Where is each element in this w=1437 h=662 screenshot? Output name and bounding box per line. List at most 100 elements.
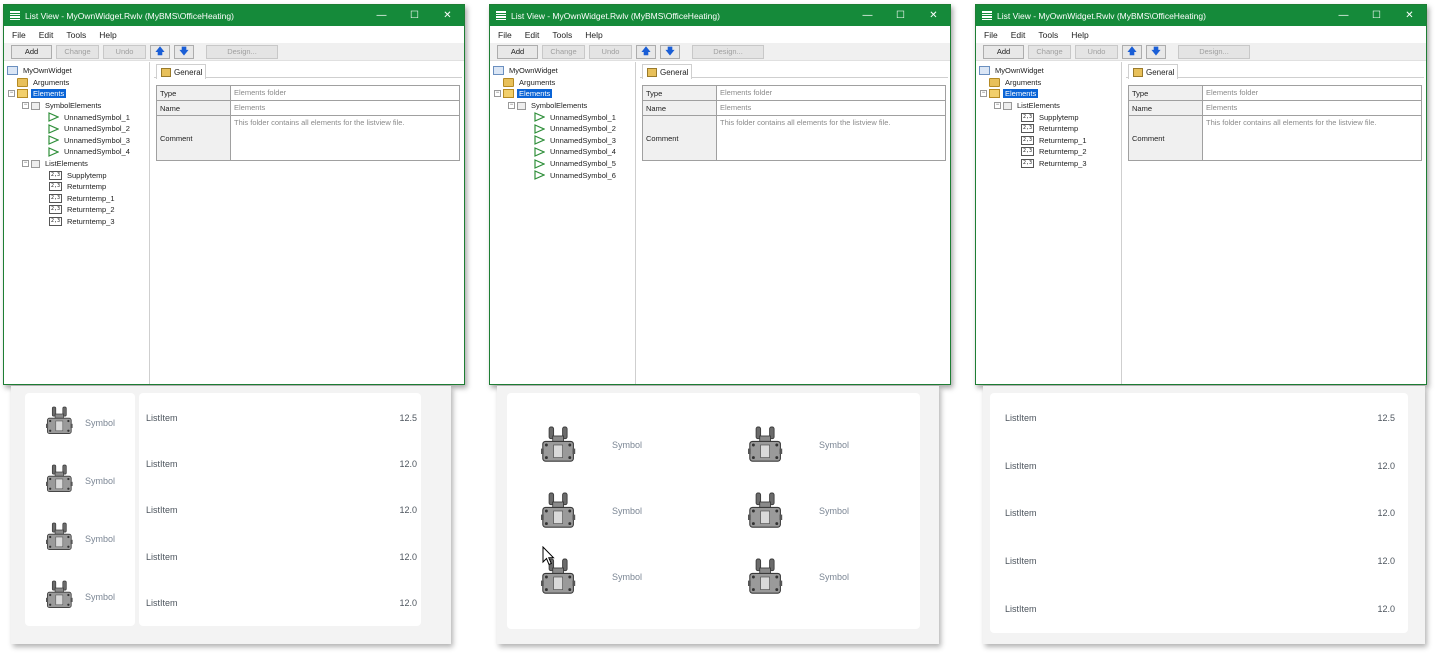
tree-item-symbol-elements[interactable]: − SymbolElements (490, 100, 635, 112)
close-button[interactable]: ✕ (1393, 10, 1426, 21)
change-button[interactable]: Change (542, 44, 585, 59)
close-button[interactable]: ✕ (917, 10, 950, 21)
tree-item-list[interactable]: 2,3 Returntemp (4, 181, 149, 193)
tree-item-list-elements[interactable]: − ListElements (976, 100, 1121, 112)
tree-item-symbol-elements[interactable]: − SymbolElements (4, 100, 149, 112)
tree-item-symbol[interactable]: UnnamedSymbol_1 (4, 111, 149, 123)
tree-item-list[interactable]: 2,3 Returntemp_3 (976, 158, 1121, 170)
prop-comment-value[interactable]: This folder contains all elements for th… (1203, 116, 1421, 160)
tree-item-list[interactable]: 2,3 Returntemp_2 (4, 204, 149, 216)
tree-item-list[interactable]: 2,3 Returntemp_2 (976, 146, 1121, 158)
tree-item-arguments[interactable]: Arguments (976, 77, 1121, 89)
menu-help[interactable]: Help (1071, 30, 1088, 40)
tree-item-elements[interactable]: − Elements (976, 88, 1121, 100)
maximize-button[interactable]: ☐ (884, 10, 917, 21)
tree-item-symbol[interactable]: UnnamedSymbol_4 (490, 146, 635, 158)
prop-type-value[interactable]: Elements folder (717, 86, 945, 100)
valve-symbol[interactable] (748, 489, 784, 533)
undo-button[interactable]: Undo (589, 44, 632, 59)
move-up-button[interactable]: 🡅 (636, 44, 656, 59)
add-button[interactable]: Add (11, 44, 52, 59)
tree-item-list-elements[interactable]: − ListElements (4, 158, 149, 170)
design-button[interactable]: Design... (692, 44, 764, 59)
collapse-icon[interactable]: − (994, 102, 1001, 110)
tree-item-elements[interactable]: − Elements (4, 88, 149, 100)
prop-name-value[interactable]: Elements (1203, 101, 1421, 115)
prop-type-value[interactable]: Elements folder (231, 86, 459, 100)
design-button[interactable]: Design... (1178, 44, 1250, 59)
move-down-button[interactable]: 🡇 (660, 44, 680, 59)
prop-type-value[interactable]: Elements folder (1203, 86, 1421, 100)
menu-help[interactable]: Help (585, 30, 602, 40)
valve-symbol[interactable] (541, 423, 577, 467)
change-button[interactable]: Change (1028, 44, 1071, 59)
menu-edit[interactable]: Edit (525, 30, 540, 40)
collapse-icon[interactable]: − (980, 90, 987, 98)
tab-general[interactable]: General (1128, 64, 1178, 79)
menu-file[interactable]: File (984, 30, 998, 40)
tree-item-arguments[interactable]: Arguments (490, 77, 635, 89)
tree-item-symbol[interactable]: UnnamedSymbol_6 (490, 169, 635, 181)
prop-comment-value[interactable]: This folder contains all elements for th… (717, 116, 945, 160)
tree-item-symbol[interactable]: UnnamedSymbol_5 (490, 158, 635, 170)
add-button[interactable]: Add (983, 44, 1024, 59)
minimize-button[interactable]: — (851, 10, 884, 21)
menu-file[interactable]: File (12, 30, 26, 40)
minimize-button[interactable]: — (1327, 10, 1360, 21)
change-button[interactable]: Change (56, 44, 99, 59)
collapse-icon[interactable]: − (508, 102, 515, 110)
maximize-button[interactable]: ☐ (1360, 10, 1393, 21)
tree-item-list[interactable]: 2,3 Supplytemp (976, 111, 1121, 123)
valve-symbol[interactable] (748, 423, 784, 467)
app-menu-icon[interactable] (496, 11, 506, 20)
menu-help[interactable]: Help (99, 30, 116, 40)
menu-tools[interactable]: Tools (66, 30, 86, 40)
tree-item-root[interactable]: MyOwnWidget (490, 65, 635, 77)
add-button[interactable]: Add (497, 44, 538, 59)
tree-item-list[interactable]: 2,3 Supplytemp (4, 169, 149, 181)
prop-comment-value[interactable]: This folder contains all elements for th… (231, 116, 459, 160)
tree-item-list[interactable]: 2,3 Returntemp_3 (4, 216, 149, 228)
tree-item-arguments[interactable]: Arguments (4, 77, 149, 89)
prop-name-value[interactable]: Elements (717, 101, 945, 115)
tree-item-root[interactable]: MyOwnWidget (4, 65, 149, 77)
app-menu-icon[interactable] (982, 11, 992, 20)
tree-item-symbol[interactable]: UnnamedSymbol_1 (490, 111, 635, 123)
valve-symbol[interactable] (541, 489, 577, 533)
tree-item-symbol[interactable]: UnnamedSymbol_3 (490, 135, 635, 147)
menu-tools[interactable]: Tools (1038, 30, 1058, 40)
collapse-icon[interactable]: − (22, 160, 29, 168)
menu-edit[interactable]: Edit (39, 30, 54, 40)
move-down-button[interactable]: 🡇 (174, 44, 194, 59)
collapse-icon[interactable]: − (8, 90, 15, 98)
minimize-button[interactable]: — (365, 10, 398, 21)
menu-file[interactable]: File (498, 30, 512, 40)
close-button[interactable]: ✕ (431, 10, 464, 21)
design-button[interactable]: Design... (206, 44, 278, 59)
tab-general[interactable]: General (642, 64, 692, 79)
undo-button[interactable]: Undo (103, 44, 146, 59)
tree-item-list[interactable]: 2,3 Returntemp_1 (4, 193, 149, 205)
maximize-button[interactable]: ☐ (398, 10, 431, 21)
menu-tools[interactable]: Tools (552, 30, 572, 40)
move-down-button[interactable]: 🡇 (1146, 44, 1166, 59)
collapse-icon[interactable]: − (22, 102, 29, 110)
tree-item-symbol[interactable]: UnnamedSymbol_2 (490, 123, 635, 135)
valve-symbol[interactable] (46, 463, 74, 495)
tree-item-symbol[interactable]: UnnamedSymbol_4 (4, 146, 149, 158)
valve-symbol[interactable] (46, 579, 74, 611)
undo-button[interactable]: Undo (1075, 44, 1118, 59)
prop-name-value[interactable]: Elements (231, 101, 459, 115)
tree-item-symbol[interactable]: UnnamedSymbol_3 (4, 135, 149, 147)
move-up-button[interactable]: 🡅 (1122, 44, 1142, 59)
tree-item-root[interactable]: MyOwnWidget (976, 65, 1121, 77)
tree-item-symbol[interactable]: UnnamedSymbol_2 (4, 123, 149, 135)
tab-general[interactable]: General (156, 64, 206, 79)
valve-symbol[interactable] (46, 521, 74, 553)
tree-item-list[interactable]: 2,3 Returntemp (976, 123, 1121, 135)
tree-item-list[interactable]: 2,3 Returntemp_1 (976, 135, 1121, 147)
tree-item-elements[interactable]: − Elements (490, 88, 635, 100)
valve-symbol[interactable] (748, 555, 784, 599)
app-menu-icon[interactable] (10, 11, 20, 20)
move-up-button[interactable]: 🡅 (150, 44, 170, 59)
